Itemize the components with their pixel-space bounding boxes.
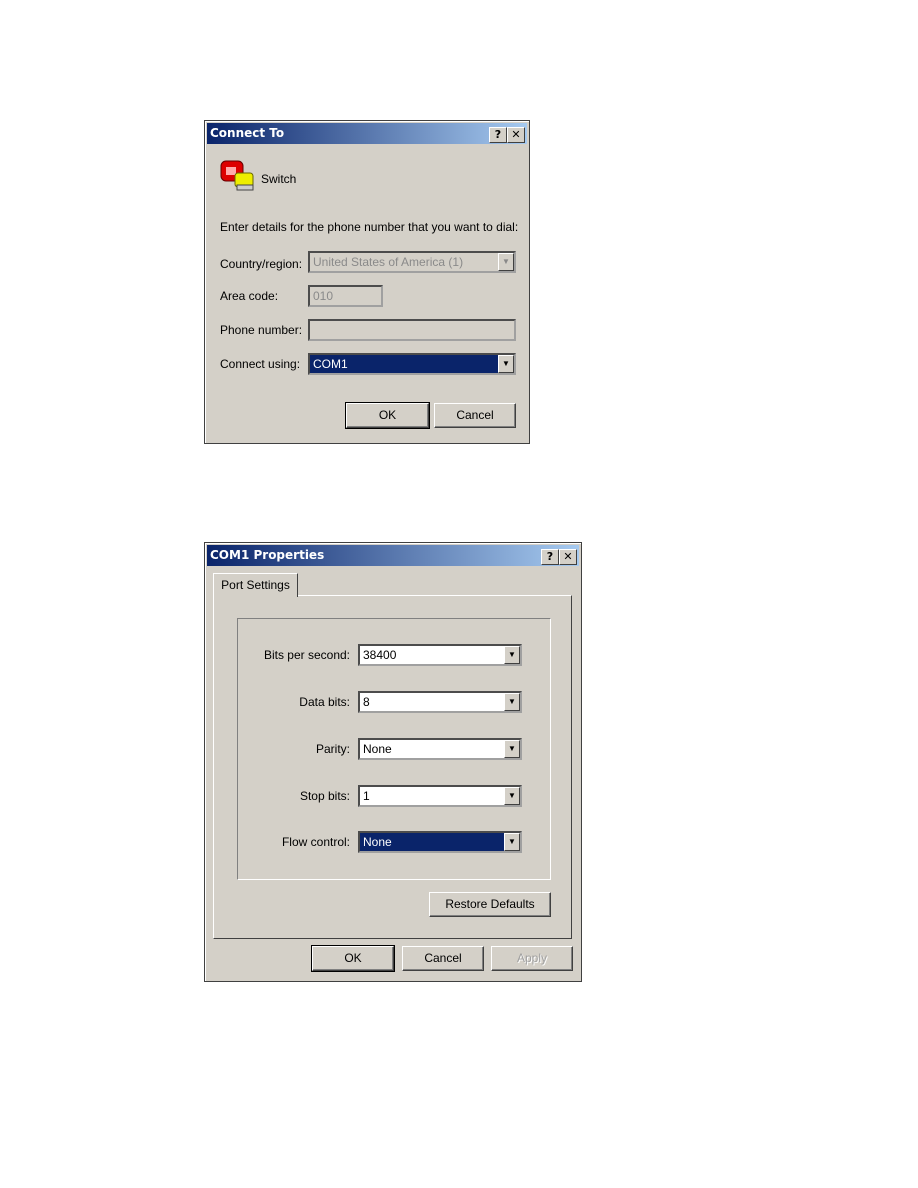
close-button[interactable]: ✕ bbox=[559, 549, 577, 565]
country-value: United States of America (1) bbox=[313, 255, 464, 269]
field-select[interactable]: 8 ▼ bbox=[358, 691, 522, 713]
dialog-title: Connect To bbox=[210, 126, 285, 140]
field-label: Stop bits: bbox=[299, 789, 350, 803]
field-label: Parity: bbox=[315, 742, 350, 756]
field-value: 8 bbox=[363, 695, 370, 709]
apply-button[interactable]: Apply bbox=[491, 946, 573, 971]
field-label: Flow control: bbox=[281, 835, 350, 849]
field-value: None bbox=[363, 742, 392, 756]
chevron-down-icon[interactable]: ▼ bbox=[504, 740, 520, 758]
tab-port-settings[interactable]: Port Settings bbox=[213, 573, 298, 597]
field-value: 1 bbox=[363, 789, 370, 803]
close-button[interactable]: ✕ bbox=[507, 127, 525, 143]
chevron-down-icon[interactable]: ▼ bbox=[504, 833, 520, 851]
com1-properties-dialog: COM1 Properties ? ✕ Port Settings Bits p… bbox=[204, 542, 582, 982]
dialog-title: COM1 Properties bbox=[210, 548, 325, 562]
chevron-down-icon[interactable]: ▼ bbox=[498, 355, 514, 373]
field-value: 38400 bbox=[363, 648, 397, 662]
title-bar: COM1 Properties ? ✕ bbox=[207, 545, 579, 566]
country-select[interactable]: United States of America (1) ▼ bbox=[308, 251, 516, 273]
phone-icon bbox=[220, 160, 254, 191]
phone-input[interactable] bbox=[308, 319, 516, 341]
help-button[interactable]: ? bbox=[489, 127, 507, 143]
field-select[interactable]: None ▼ bbox=[358, 831, 522, 853]
ok-button[interactable]: OK bbox=[311, 945, 395, 972]
ok-button[interactable]: OK bbox=[345, 402, 430, 429]
chevron-down-icon[interactable]: ▼ bbox=[504, 693, 520, 711]
connection-name: Switch bbox=[261, 172, 297, 186]
instruction-text: Enter details for the phone number that … bbox=[220, 220, 519, 234]
restore-defaults-button[interactable]: Restore Defaults bbox=[429, 892, 551, 917]
phone-label: Phone number: bbox=[220, 323, 303, 337]
chevron-down-icon[interactable]: ▼ bbox=[504, 787, 520, 805]
field-select[interactable]: 1 ▼ bbox=[358, 785, 522, 807]
field-select[interactable]: 38400 ▼ bbox=[358, 644, 522, 666]
connect-using-label: Connect using: bbox=[220, 357, 301, 371]
country-label: Country/region: bbox=[220, 257, 303, 271]
field-value: None bbox=[363, 835, 392, 849]
title-bar: Connect To ? ✕ bbox=[207, 123, 527, 144]
cancel-button[interactable]: Cancel bbox=[434, 403, 516, 428]
connect-using-value: COM1 bbox=[313, 357, 348, 371]
field-label: Bits per second: bbox=[263, 648, 350, 662]
connect-using-select[interactable]: COM1 ▼ bbox=[308, 353, 516, 375]
chevron-down-icon[interactable]: ▼ bbox=[498, 253, 514, 271]
area-code-input[interactable]: 010 bbox=[308, 285, 383, 307]
connect-to-dialog: Connect To ? ✕ Switch Enter details for … bbox=[204, 120, 530, 444]
field-label: Data bits: bbox=[299, 695, 350, 709]
help-button[interactable]: ? bbox=[541, 549, 559, 565]
tab-label: Port Settings bbox=[221, 578, 290, 592]
field-select[interactable]: None ▼ bbox=[358, 738, 522, 760]
chevron-down-icon[interactable]: ▼ bbox=[504, 646, 520, 664]
area-code-label: Area code: bbox=[220, 289, 279, 303]
cancel-button[interactable]: Cancel bbox=[402, 946, 484, 971]
